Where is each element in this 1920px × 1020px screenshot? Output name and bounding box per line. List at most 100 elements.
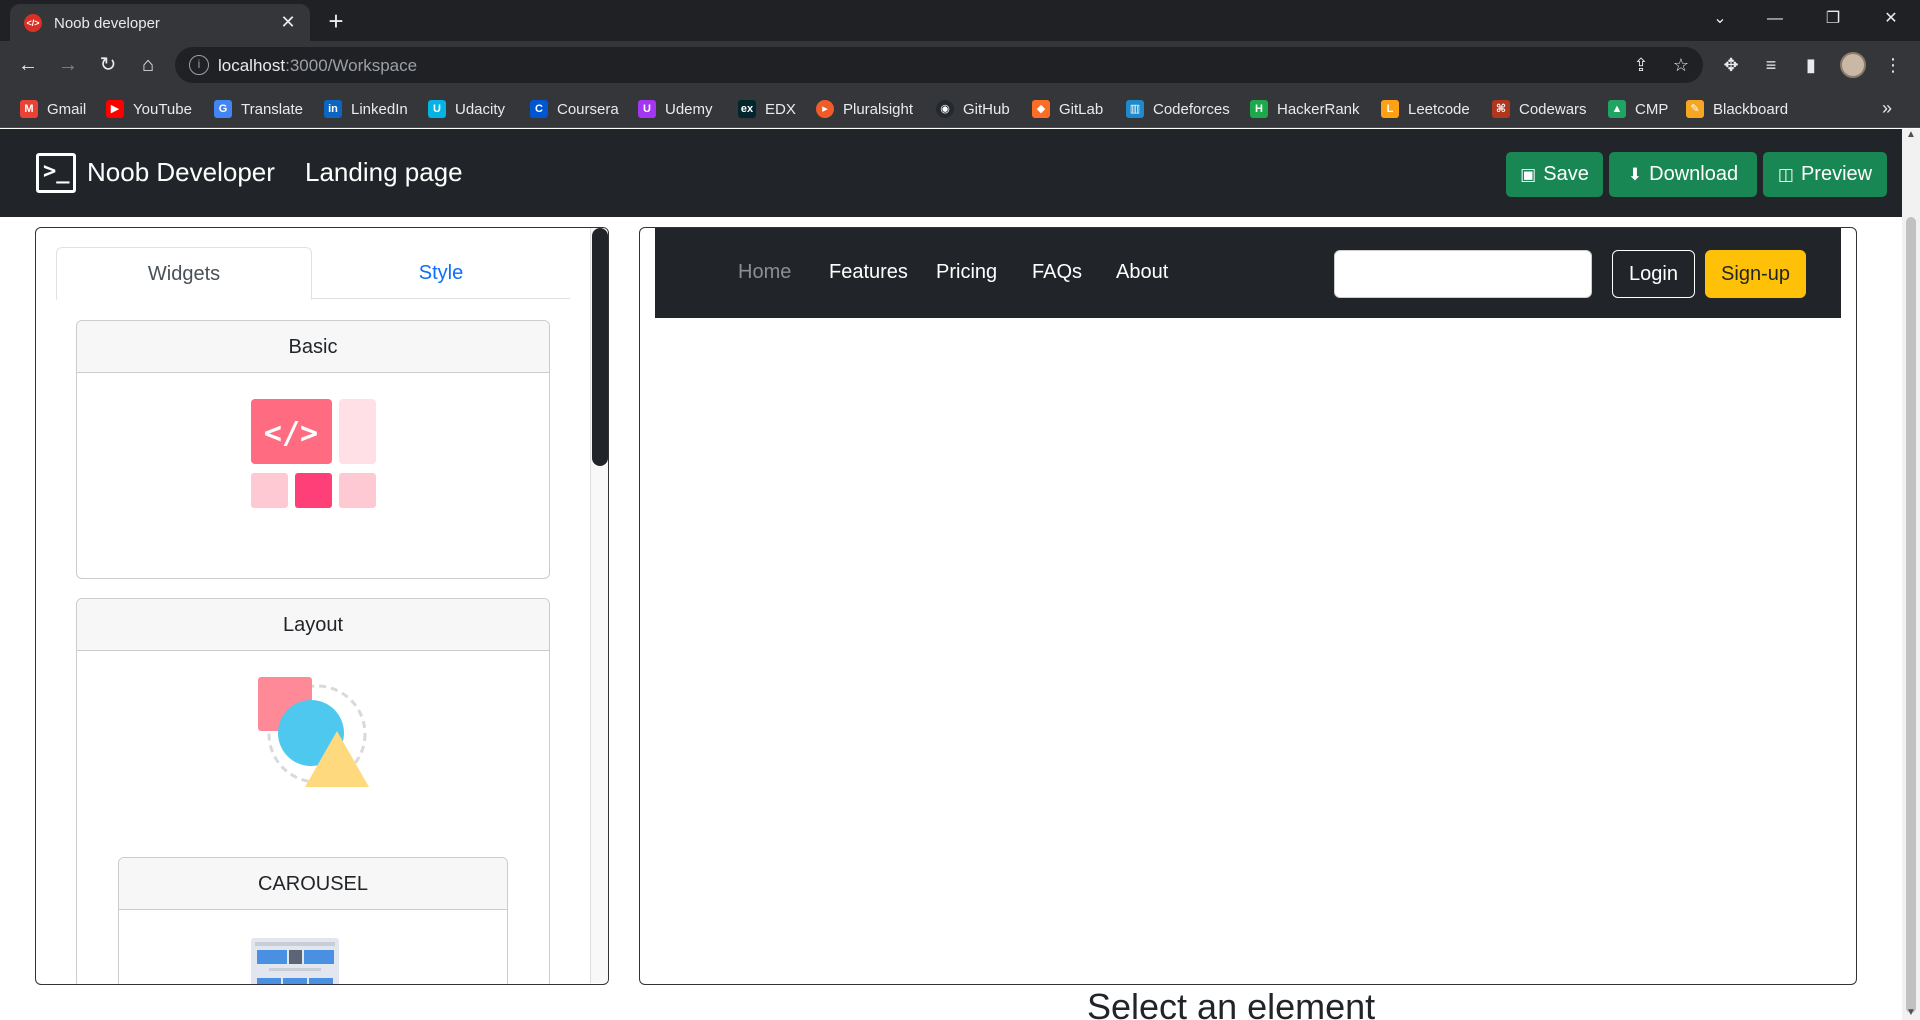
- browser-toolbar: ← → ↻ ⌂ i localhost:3000/Workspace ⇪ ☆ ✥…: [0, 41, 1920, 89]
- side-panel-icon[interactable]: ▮: [1797, 51, 1825, 79]
- widgets-panel: Widgets Style Basic </> Layout CAROUSEL: [35, 227, 609, 985]
- preview-signup-button[interactable]: Sign-up: [1705, 250, 1806, 298]
- bookmark-youtube[interactable]: ▶ YouTube: [106, 98, 192, 120]
- basic-card-title: Basic: [77, 321, 549, 373]
- profile-avatar[interactable]: [1840, 52, 1866, 78]
- bookmark-pluralsight[interactable]: ▸ Pluralsight: [816, 98, 913, 120]
- carousel-thumbnail-icon: [251, 938, 339, 984]
- hackerrank-icon: H: [1250, 100, 1268, 118]
- preview-navbar[interactable]: Home Features Pricing FAQs About Login S…: [655, 228, 1841, 318]
- bookmark-codewars[interactable]: ⌘ Codewars: [1492, 98, 1587, 120]
- bookmark-blackboard[interactable]: ✎ Blackboard: [1686, 98, 1788, 120]
- bookmark-star-icon[interactable]: ☆: [1669, 53, 1693, 77]
- terminal-logo-icon: >_: [36, 153, 76, 193]
- basic-widget-card[interactable]: Basic </>: [76, 320, 550, 579]
- pluralsight-icon: ▸: [816, 100, 834, 118]
- linkedin-icon: in: [324, 100, 342, 118]
- download-icon: ⬇: [1627, 164, 1643, 184]
- tab-search-icon[interactable]: ⌄: [1700, 4, 1740, 34]
- panel-scrollbar[interactable]: [590, 228, 608, 983]
- github-icon: ◉: [936, 100, 954, 118]
- site-info-icon[interactable]: i: [189, 55, 209, 75]
- close-tab-icon[interactable]: ✕: [276, 10, 300, 34]
- nav-link-home[interactable]: Home: [738, 261, 791, 284]
- close-window-icon[interactable]: ✕: [1871, 4, 1911, 34]
- address-bar[interactable]: i localhost:3000/Workspace ⇪ ☆: [175, 47, 1703, 83]
- menu-kebab-icon[interactable]: ⋮: [1879, 51, 1907, 79]
- bookmark-hackerrank[interactable]: H HackerRank: [1250, 98, 1360, 120]
- nav-link-features[interactable]: Features: [829, 261, 908, 284]
- page-scrollbar-thumb[interactable]: [1906, 217, 1916, 1013]
- brand-name[interactable]: Noob Developer: [87, 157, 275, 188]
- new-tab-icon[interactable]: +: [322, 8, 350, 36]
- bookmark-udemy[interactable]: U Udemy: [638, 98, 713, 120]
- back-icon[interactable]: ←: [13, 50, 43, 80]
- bookmarks-bar: M Gmail ▶ YouTube G Translate in LinkedIn UU…: [0, 89, 1920, 128]
- home-icon[interactable]: ⌂: [133, 50, 163, 80]
- scroll-up-icon[interactable]: ▲: [1906, 129, 1916, 140]
- preview-login-button[interactable]: Login: [1612, 250, 1695, 298]
- gitlab-icon: ◆: [1032, 100, 1050, 118]
- leetcode-icon: L: [1381, 100, 1399, 118]
- extensions-icon[interactable]: ✥: [1717, 51, 1745, 79]
- window-preview-icon: ◫: [1777, 164, 1794, 184]
- carousel-card-title: CAROUSEL: [119, 858, 507, 910]
- workspace-canvas[interactable]: Home Features Pricing FAQs About Login S…: [639, 227, 1857, 985]
- save-button[interactable]: ▣ Save: [1506, 152, 1603, 197]
- url-text[interactable]: localhost:3000/Workspace: [218, 56, 417, 76]
- nav-link-faqs[interactable]: FAQs: [1032, 261, 1082, 284]
- translate-icon: G: [214, 100, 232, 118]
- bookmark-cmp[interactable]: ▲ CMP: [1608, 98, 1668, 120]
- preview-search-input[interactable]: [1334, 250, 1592, 298]
- preview-button[interactable]: ◫ Preview: [1763, 152, 1887, 197]
- floppy-disk-icon: ▣: [1520, 164, 1537, 184]
- code-favicon-icon: </>: [24, 14, 42, 32]
- bookmark-codeforces[interactable]: ▥ Codeforces: [1126, 98, 1230, 120]
- tab-style[interactable]: Style: [312, 247, 570, 299]
- udacity-icon: U: [428, 100, 446, 118]
- udemy-icon: U: [638, 100, 656, 118]
- more-bookmarks-icon[interactable]: »: [1882, 98, 1892, 119]
- bookmark-coursera[interactable]: C Coursera: [530, 98, 619, 120]
- google-drive-icon: ▲: [1608, 100, 1626, 118]
- bookmark-gitlab[interactable]: ◆ GitLab: [1032, 98, 1103, 120]
- bookmark-leetcode[interactable]: L Leetcode: [1381, 98, 1470, 120]
- download-button[interactable]: ⬇ Download: [1609, 152, 1757, 197]
- reload-icon[interactable]: ↻: [93, 50, 123, 80]
- svg-text:</>: </>: [264, 416, 318, 451]
- bookmark-github[interactable]: ◉ GitHub: [936, 98, 1010, 120]
- carousel-widget-card[interactable]: CAROUSEL: [118, 857, 508, 984]
- panel-scrollbar-thumb[interactable]: [592, 228, 608, 466]
- edx-icon: ex: [738, 100, 756, 118]
- select-element-heading: Select an element: [1087, 986, 1376, 1020]
- bookmark-gmail[interactable]: M Gmail: [20, 98, 86, 120]
- coursera-icon: C: [530, 100, 548, 118]
- forward-icon[interactable]: →: [53, 50, 83, 80]
- browser-tab-bar: </> Noob developer ✕ + ⌄ — ❐ ✕: [0, 0, 1920, 41]
- bookmark-translate[interactable]: G Translate: [214, 98, 303, 120]
- app-header: >_ Noob Developer Landing page ▣ Save ⬇ Do…: [0, 129, 1902, 217]
- layout-shapes-icon: [258, 677, 369, 787]
- blackboard-icon: ✎: [1686, 100, 1704, 118]
- restore-icon[interactable]: ❐: [1813, 4, 1853, 34]
- layout-card-title: Layout: [77, 599, 549, 651]
- minimize-icon[interactable]: —: [1755, 4, 1795, 34]
- bookmark-edx[interactable]: ex EDX: [738, 98, 796, 120]
- gmail-icon: M: [20, 100, 38, 118]
- youtube-icon: ▶: [106, 100, 124, 118]
- layout-widget-card[interactable]: Layout CAROUSEL: [76, 598, 550, 984]
- bookmark-linkedin[interactable]: in LinkedIn: [324, 98, 408, 120]
- panel-tabs: Widgets Style: [56, 247, 570, 300]
- basic-widgets-icon: </>: [251, 399, 376, 508]
- tab-title: Noob developer: [54, 15, 160, 32]
- scroll-down-icon[interactable]: ▼: [1906, 1007, 1916, 1018]
- nav-link-about[interactable]: About: [1116, 261, 1168, 284]
- share-icon[interactable]: ⇪: [1629, 53, 1653, 77]
- browser-tab-active[interactable]: </> Noob developer ✕: [10, 4, 310, 41]
- page-scrollbar[interactable]: ▲ ▼: [1902, 129, 1920, 1020]
- bookmark-udacity[interactable]: U Udacity: [428, 98, 505, 120]
- codewars-icon: ⌘: [1492, 100, 1510, 118]
- media-queue-icon[interactable]: ≡: [1757, 51, 1785, 79]
- tab-widgets[interactable]: Widgets: [56, 247, 312, 300]
- nav-link-pricing[interactable]: Pricing: [936, 261, 997, 284]
